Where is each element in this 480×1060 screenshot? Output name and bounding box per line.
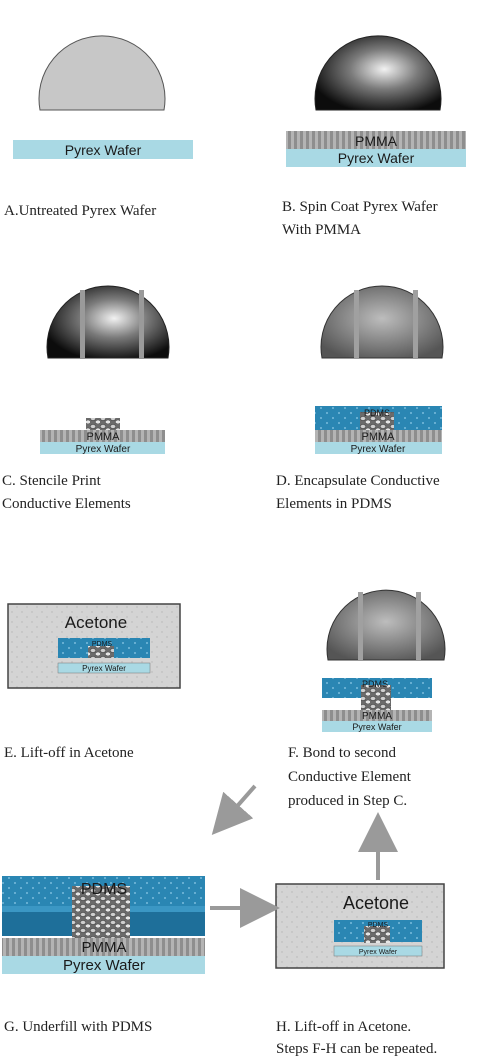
- step-e-diagram: Acetone PDMS Pyrex Wafer: [7, 603, 181, 689]
- pdms-label: PDMS: [362, 679, 388, 689]
- caption-f: F. Bond to second Conductive Element pro…: [288, 745, 415, 809]
- conductive-track: [358, 592, 363, 660]
- conductive-track: [413, 290, 418, 358]
- step-b-diagram: PMMA Pyrex Wafer: [286, 35, 466, 167]
- step-h-diagram: Acetone PDMS Pyrex Wafer: [275, 883, 445, 969]
- step-f-diagram: PDMS PMMA Pyrex Wafer: [322, 589, 446, 732]
- pyrex-label: Pyrex Wafer: [63, 957, 145, 974]
- conductive-track: [354, 290, 359, 358]
- step-g-diagram: PDMS PMMA Pyrex Wafer: [2, 876, 205, 974]
- pyrex-label: Pyrex Wafer: [65, 142, 142, 158]
- pmma-label: PMMA: [355, 133, 398, 149]
- wafer-disc: [320, 285, 444, 359]
- pyrex-label: Pyrex Wafer: [82, 664, 126, 673]
- caption-d: D. Encapsulate Conductive Elements in PD…: [276, 473, 443, 512]
- acetone-label: Acetone: [343, 893, 409, 913]
- caption-g: G. Underfill with PDMS: [4, 1019, 152, 1035]
- conductive-track: [80, 290, 85, 358]
- pdms-label: PDMS: [81, 881, 127, 898]
- pyrex-label: Pyrex Wafer: [351, 444, 406, 455]
- pdms-label: PDMS: [92, 641, 113, 648]
- pyrex-label: Pyrex Wafer: [359, 949, 398, 956]
- pdms-label: PDMS: [368, 922, 389, 929]
- pmma-label: PMMA: [82, 939, 127, 956]
- pmma-label: PMMA: [362, 711, 392, 722]
- wafer-disc: [326, 589, 446, 661]
- conductive-element: [86, 418, 120, 430]
- caption-c: C. Stencile Print Conductive Elements: [2, 473, 131, 512]
- pmma-label: PMMA: [87, 431, 121, 443]
- caption-b: B. Spin Coat Pyrex Wafer With PMMA: [282, 199, 441, 238]
- step-a-diagram: Pyrex Wafer: [13, 35, 193, 159]
- pdms-label: PDMS: [364, 408, 390, 418]
- wafer-disc: [46, 285, 170, 359]
- step-c-diagram: PMMA Pyrex Wafer: [40, 285, 170, 455]
- step-d-diagram: PDMS PMMA Pyrex Wafer: [315, 285, 444, 455]
- caption-a: A.Untreated Pyrex Wafer: [4, 203, 156, 219]
- pyrex-label: Pyrex Wafer: [338, 150, 415, 166]
- wafer-disc: [314, 35, 442, 111]
- conductive-track: [416, 592, 421, 660]
- arrow-f-to-g: [211, 784, 257, 835]
- wafer-disc: [38, 35, 166, 111]
- acetone-label: Acetone: [65, 613, 127, 632]
- pyrex-label: Pyrex Wafer: [76, 444, 131, 455]
- process-diagram: Pyrex Wafer PMMA Pyrex Wafer PMMA Pyrex …: [2, 35, 466, 1057]
- conductive-track: [139, 290, 144, 358]
- caption-e: E. Lift-off in Acetone: [4, 745, 134, 761]
- pyrex-label: Pyrex Wafer: [352, 722, 401, 732]
- caption-h: H. Lift-off in Acetone. Steps F-H can be…: [276, 1019, 437, 1057]
- pmma-label: PMMA: [362, 431, 396, 443]
